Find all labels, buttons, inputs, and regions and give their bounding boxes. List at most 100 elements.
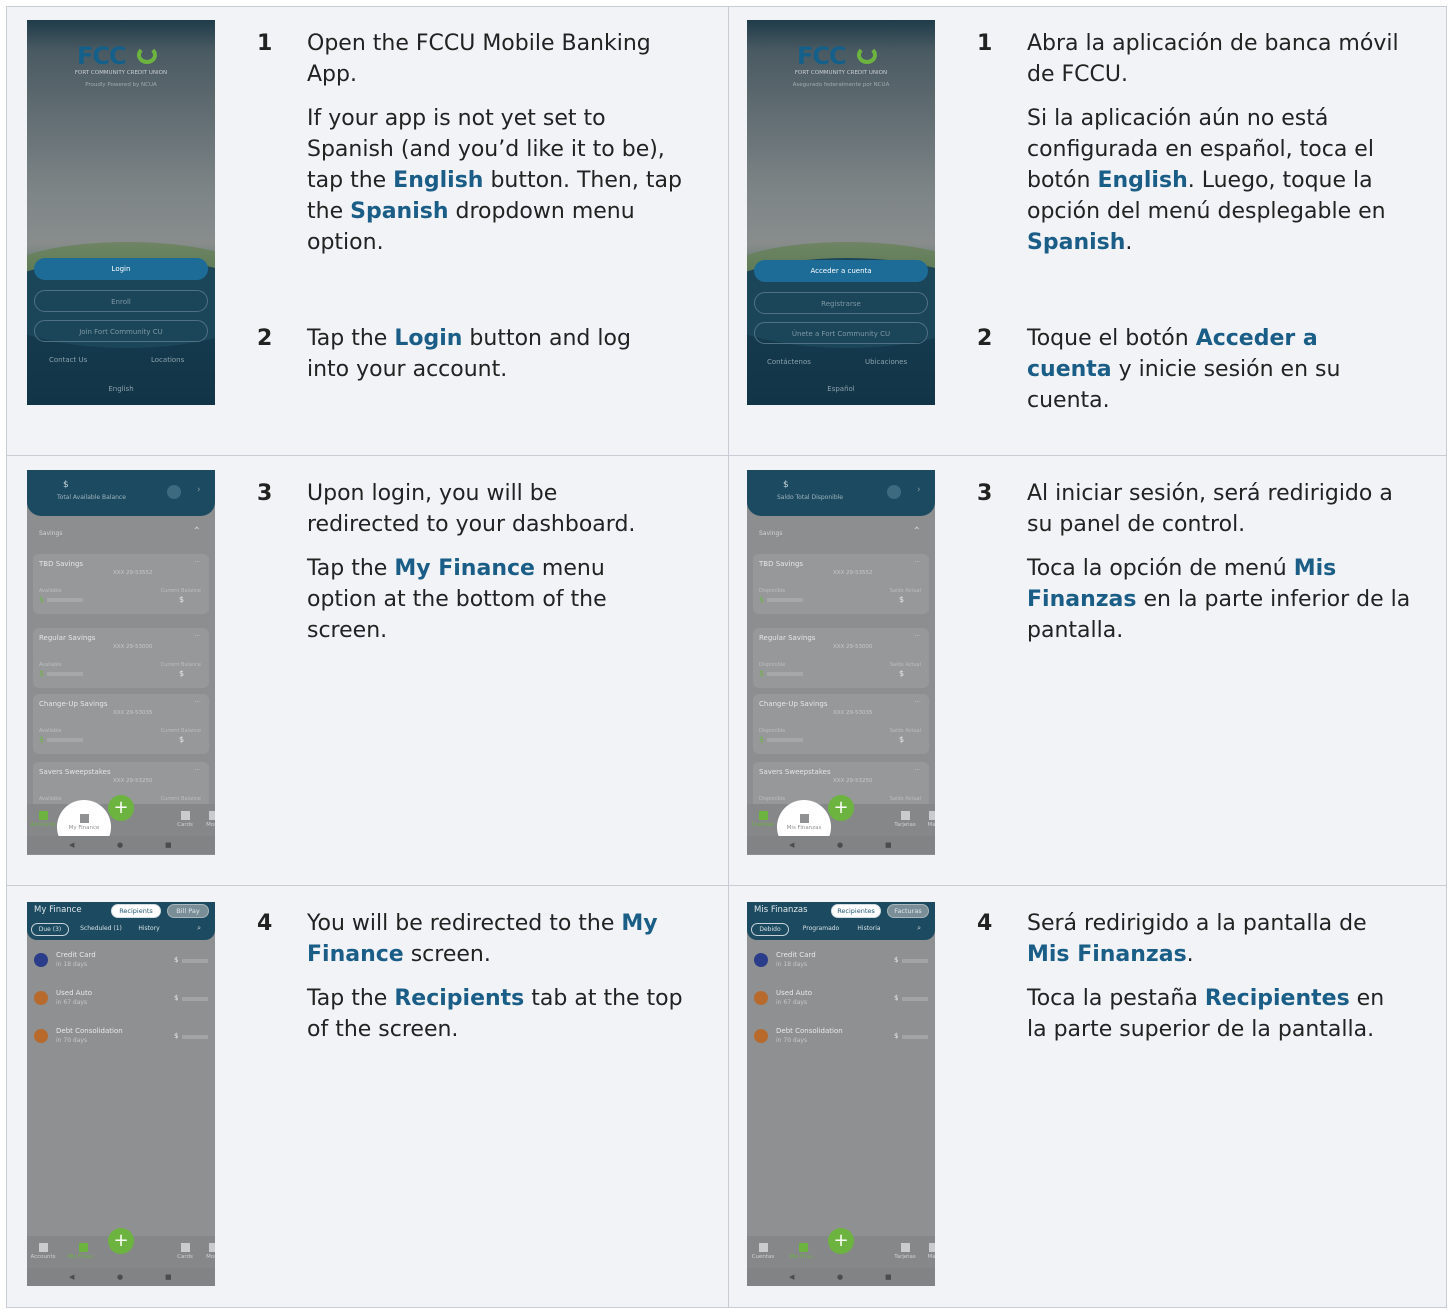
collapse-icon[interactable]: ⌃ [193,526,201,537]
microphone-icon[interactable] [887,485,901,499]
account-card[interactable]: Change-Up Savings XXX 29-53035 ··· Availabl… [33,694,209,754]
savings-section-header[interactable]: Savings ⌃ [753,522,929,546]
more-options-icon[interactable]: ··· [194,698,201,706]
filter-chip[interactable]: History [131,923,167,936]
add-fab-button[interactable]: + [828,1228,854,1254]
tab-recipients[interactable]: Recipientes [831,904,881,918]
step-number: 1 [977,31,993,56]
current-amount: $ [179,595,185,604]
more-options-icon[interactable]: ··· [194,558,201,566]
nav-item-0[interactable]: Cuentas [747,1243,781,1260]
bill-row[interactable]: Used Auto in 67 days $ [754,988,930,1012]
locations-link[interactable]: Locations [151,356,184,364]
tab-bill-pay[interactable]: Bill Pay [167,904,209,918]
more-options-icon[interactable]: ··· [194,632,201,640]
step-paragraph: Al iniciar sesión, será redirigido a su … [1027,478,1417,540]
account-number: XXX 29-53250 [833,778,873,784]
recents-icon[interactable]: ■ [885,841,892,849]
enroll-button[interactable]: Enroll [34,290,208,312]
join-button[interactable]: Únete a Fort Community CU [754,322,928,344]
more-options-icon[interactable]: ··· [194,766,201,774]
payee-icon [34,991,48,1005]
account-card[interactable]: Regular Savings XXX 29-53000 ··· Disponible… [753,628,929,688]
nav-item-3[interactable]: More [195,811,215,828]
account-card[interactable]: TBD Savings XXX 29-53552 ··· Disponible Sald… [753,554,929,614]
enroll-button[interactable]: Registrarse [754,292,928,314]
contact-us-link[interactable]: Contact Us [49,356,87,364]
filter-chip[interactable]: Historia [851,923,887,936]
join-button[interactable]: Join Fort Community CU [34,320,208,342]
filter-chip[interactable]: Programado [793,923,849,936]
nav-item-1[interactable]: Mis Finanzas [786,814,822,831]
back-icon[interactable]: ◀ [789,841,794,849]
logo-tagline: Asegurado federalmente por NCUA [792,82,890,88]
nav-item-3[interactable]: Más [915,811,935,828]
login-button[interactable]: Acceder a cuenta [754,260,928,282]
nav-item-1[interactable]: My Finan... [65,1243,101,1260]
finance-title: My Finance [34,905,82,915]
account-card[interactable]: Regular Savings XXX 29-53000 ··· Available C… [33,628,209,688]
filter-chip[interactable]: Debido [751,923,789,936]
bill-row[interactable]: Used Auto in 67 days $ [34,988,210,1012]
account-name: Savers Sweepstakes [39,768,111,776]
filter-chip[interactable]: Scheduled (1) [73,923,129,936]
language-button[interactable]: English [27,385,215,393]
highlighted-term: Recipients [394,986,525,1011]
nav-item-0[interactable]: Accounts [27,1243,61,1260]
recents-icon[interactable]: ■ [885,1273,892,1281]
add-fab-button[interactable]: + [828,795,854,821]
nav-item-3[interactable]: Más [915,1243,935,1260]
bill-row[interactable]: Debt Consolidation in 70 days $ [34,1026,210,1050]
nav-icon [799,814,809,823]
available-label: Available [39,796,62,802]
nav-item-0[interactable]: Cuentas [747,811,781,828]
add-fab-button[interactable]: + [108,795,134,821]
bill-amount: $ [894,994,899,1002]
logo-subtitle: FORT COMMUNITY CREDIT UNION [74,70,168,76]
contact-us-link[interactable]: Contáctenos [767,358,811,366]
collapse-icon[interactable]: ⌃ [913,526,921,537]
search-icon[interactable]: ⌕ [197,924,201,933]
home-icon[interactable]: ● [837,1273,843,1281]
tab-bill-pay[interactable]: Facturas [887,904,929,918]
search-icon[interactable]: ⌕ [917,924,921,933]
balance-amount: $ [63,480,69,490]
add-fab-button[interactable]: + [108,1228,134,1254]
language-button[interactable]: Español [747,385,935,393]
bill-row[interactable]: Debt Consolidation in 70 days $ [754,1026,930,1050]
recents-icon[interactable]: ■ [165,841,172,849]
more-options-icon[interactable]: ··· [914,632,921,640]
home-icon[interactable]: ● [837,841,843,849]
locations-link[interactable]: Ubicaciones [865,358,907,366]
microphone-icon[interactable] [167,485,181,499]
balance-label: Total Available Balance [57,494,126,501]
my-finance-screenshot: My Finance Recipients Bill Pay Due (3) Sched… [27,902,215,1286]
nav-item-0[interactable]: Accounts [27,811,61,828]
chevron-right-icon[interactable]: › [917,485,921,495]
account-card[interactable]: TBD Savings XXX 29-53552 ··· Available Curre… [33,554,209,614]
filter-chip[interactable]: Due (3) [31,923,69,936]
step-paragraph: If your app is not yet set to Spanish (a… [307,103,697,258]
nav-item-1[interactable]: Mis Fina... [785,1243,821,1260]
redacted-value [47,672,83,676]
bill-row[interactable]: Credit Card in 18 days $ [34,950,210,974]
more-options-icon[interactable]: ··· [914,558,921,566]
back-icon[interactable]: ◀ [789,1273,794,1281]
home-icon[interactable]: ● [117,841,123,849]
step-paragraph: Toca la pestaña Recipientes en la parte … [1027,983,1407,1045]
savings-section-header[interactable]: Savings ⌃ [33,522,209,546]
back-icon[interactable]: ◀ [69,1273,74,1281]
back-icon[interactable]: ◀ [69,841,74,849]
more-options-icon[interactable]: ··· [914,698,921,706]
tab-recipients[interactable]: Recipients [111,904,161,918]
login-button[interactable]: Login [34,258,208,280]
chevron-right-icon[interactable]: › [197,485,201,495]
account-card[interactable]: Change-Up Savings XXX 29-53035 ··· Disponib… [753,694,929,754]
nav-item-1[interactable]: My Finance [66,814,102,831]
nav-item-3[interactable]: More [195,1243,215,1260]
row-divider [6,455,1447,456]
bill-row[interactable]: Credit Card in 18 days $ [754,950,930,974]
home-icon[interactable]: ● [117,1273,123,1281]
recents-icon[interactable]: ■ [165,1273,172,1281]
more-options-icon[interactable]: ··· [914,766,921,774]
